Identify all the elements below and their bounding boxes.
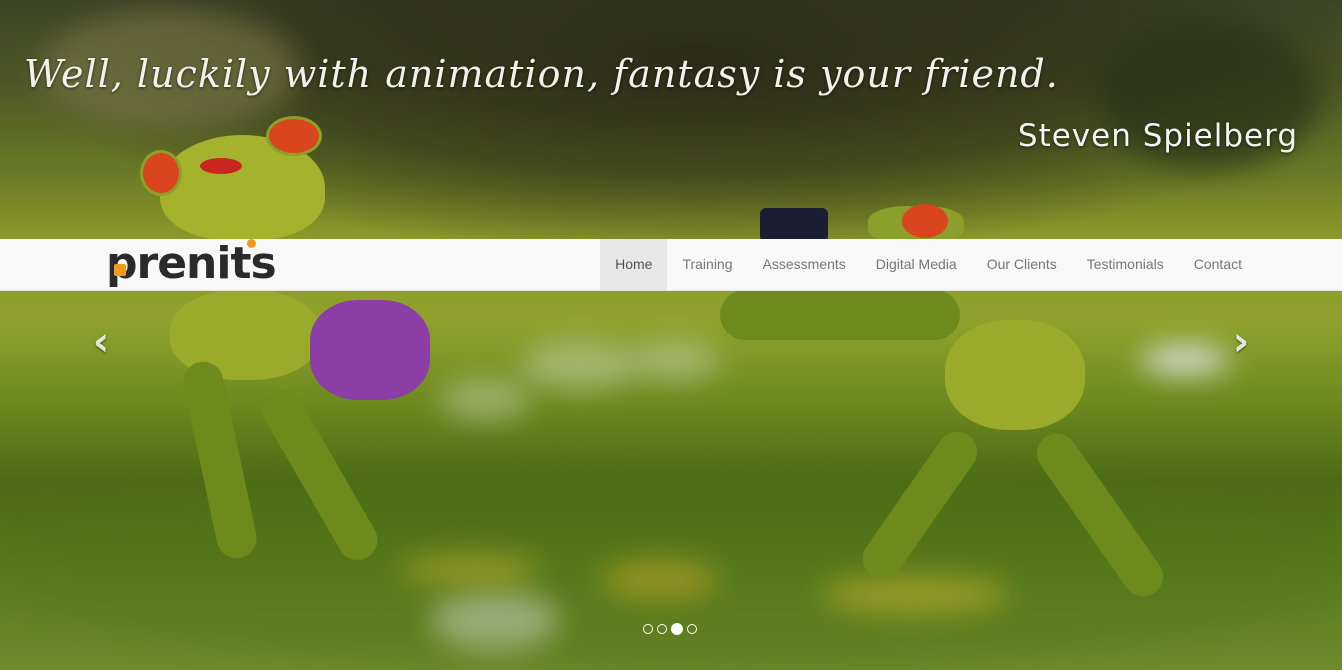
carousel-indicators	[643, 623, 697, 635]
nav-item-digital-media[interactable]: Digital Media	[861, 239, 972, 290]
nav-item-testimonials[interactable]: Testimonials	[1072, 239, 1179, 290]
nav-item-home[interactable]: Home	[600, 239, 668, 290]
carousel-indicator-4[interactable]	[687, 624, 697, 634]
carousel-indicator-1[interactable]	[643, 624, 653, 634]
logo-accent-square	[114, 264, 126, 276]
main-navbar: prenits Home Training Assessments Digita…	[0, 239, 1342, 291]
logo-accent-dot	[247, 239, 256, 248]
quote-text: Well, luckily with animation, fantasy is…	[24, 52, 1059, 96]
brand-logo[interactable]: prenits	[106, 239, 296, 287]
chevron-left-icon: ‹	[92, 319, 110, 365]
nav-item-assessments[interactable]: Assessments	[748, 239, 861, 290]
carousel-indicator-2[interactable]	[657, 624, 667, 634]
quote-author: Steven Spielberg	[1017, 118, 1298, 154]
chevron-right-icon: ›	[1232, 319, 1250, 365]
nav-item-our-clients[interactable]: Our Clients	[972, 239, 1072, 290]
carousel-indicator-3[interactable]	[671, 623, 683, 635]
carousel-next-button[interactable]: ›	[1226, 322, 1256, 362]
nav-menu: Home Training Assessments Digital Media …	[600, 239, 1257, 290]
nav-item-contact[interactable]: Contact	[1179, 239, 1257, 290]
carousel-prev-button[interactable]: ‹	[86, 322, 116, 362]
hero-carousel-slide: Well, luckily with animation, fantasy is…	[0, 0, 1342, 670]
nav-item-training[interactable]: Training	[667, 239, 747, 290]
